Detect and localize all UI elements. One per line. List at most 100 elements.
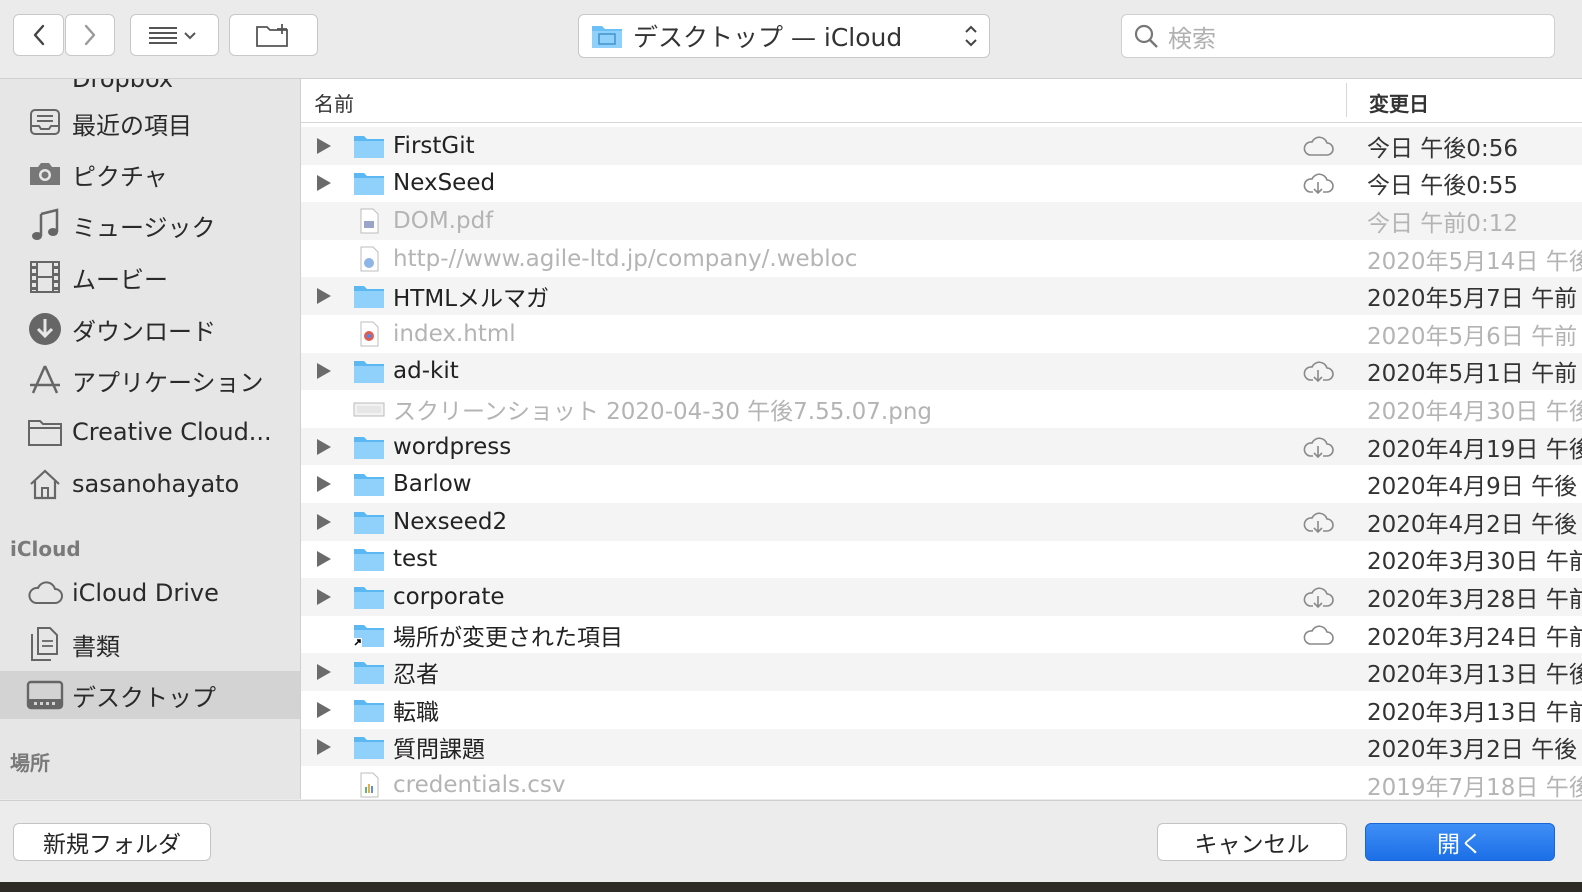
disclosure-triangle-icon[interactable] [317,363,331,380]
cloud-download-icon[interactable] [1301,585,1335,609]
file-list: 名前 変更日 FirstGit 今日 午後0:56 NexSeed 今日 午後0:55… [301,79,1582,799]
sidebar-item-creative-cloud[interactable]: Creative Cloud... [0,408,300,456]
disclosure-triangle-icon[interactable] [317,476,331,493]
sidebar-item-home[interactable]: sasanohayato [0,460,300,508]
sidebar-item-label: ミュージック [72,213,216,242]
view-mode-button[interactable] [130,14,219,56]
file-date: 2020年3月13日 午後 [1367,662,1582,689]
forward-button[interactable] [65,14,115,56]
sidebar-item-partial[interactable] [0,777,300,799]
folder-icon [354,549,384,572]
table-row[interactable]: 転職 2020年3月13日 午前 [301,691,1582,729]
table-row[interactable]: HTMLメルマガ 2020年5月7日 午前 [301,277,1582,315]
disclosure-triangle-icon[interactable] [317,739,331,756]
file-name: index.html [393,320,516,347]
location-label: デスクトップ — iCloud [633,23,903,52]
file-name: HTMLメルマガ [393,286,550,313]
file-date: 2020年3月13日 午前 [1367,699,1582,726]
sidebar-item-documents[interactable]: 書類 [0,620,300,668]
background-strip [0,882,1582,892]
column-name-header[interactable]: 名前 [314,88,354,117]
table-row[interactable]: test 2020年3月30日 午前 [301,541,1582,579]
file-date: 2020年3月30日 午前 [1367,549,1582,576]
sidebar-item-downloads[interactable]: ダウンロード [0,305,300,353]
disclosure-triangle-icon[interactable] [317,175,331,192]
new-folder-toolbar-button[interactable] [229,14,318,56]
table-row[interactable]: スクリーンショット 2020-04-30 午後7.55.07.png 2020年4… [301,390,1582,428]
cloud-download-icon[interactable] [1301,359,1335,383]
location-popup[interactable]: デスクトップ — iCloud [578,14,990,58]
sidebar-item-label: ピクチャ [72,162,168,191]
file-date: 2020年5月1日 午前 [1367,361,1578,388]
folder-icon [354,586,384,609]
disclosure-triangle-icon[interactable] [317,438,331,455]
sidebar-item-music[interactable]: ミュージック [0,201,300,249]
webloc-file-icon [360,246,379,272]
folder-icon [354,173,384,196]
search-field[interactable]: 検索 [1121,14,1555,58]
sidebar-item-icloud-drive[interactable]: iCloud Drive [0,569,300,617]
cloud-icon [26,574,64,612]
open-file-dialog: デスクトップ — iCloud 検索 Dropbox 最近の項目 ピクチャ ミュ… [0,0,1582,882]
disclosure-triangle-icon[interactable] [317,513,331,530]
camera-icon [26,155,64,193]
sidebar-item-applications[interactable]: アプリケーション [0,356,300,404]
table-row[interactable]: 場所が変更された項目 2020年3月24日 午前 [301,616,1582,654]
sidebar-item-movies[interactable]: ムービー [0,253,300,301]
csv-file-icon [360,772,379,798]
sidebar-item-label: Creative Cloud... [72,418,272,446]
file-name: スクリーンショット 2020-04-30 午後7.55.07.png [393,398,933,425]
new-folder-icon [255,24,288,47]
applications-icon [26,361,64,399]
table-row[interactable]: ad-kit 2020年5月1日 午前 [301,352,1582,391]
table-row[interactable]: corporate 2020年3月28日 午前 [301,578,1582,616]
table-row[interactable]: Barlow 2020年4月9日 午後 [301,465,1582,503]
table-row[interactable]: wordpress 2020年4月19日 午後 [301,427,1582,466]
sidebar-item-label: アプリケーション [72,368,264,397]
toolbar: デスクトップ — iCloud 検索 [0,0,1582,79]
table-row[interactable]: 質問課題 2020年3月2日 午後 [301,728,1582,767]
desktop-icon [26,676,64,714]
file-name: 質問課題 [393,737,485,764]
file-date: 2020年5月6日 午前 [1367,323,1578,350]
cloud-download-icon[interactable] [1301,510,1335,534]
film-icon [26,258,64,296]
table-row[interactable]: FirstGit 今日 午後0:56 [301,127,1582,165]
disclosure-triangle-icon[interactable] [317,288,331,305]
alias-folder-icon [353,624,384,647]
sidebar-item-recents[interactable]: 最近の項目 [0,99,300,147]
folder-icon [354,662,384,685]
file-name: 場所が変更された項目 [393,624,623,651]
table-row[interactable]: DOM.pdf 今日 午前0:12 [301,202,1582,240]
cancel-button[interactable]: キャンセル [1157,823,1347,861]
file-name: 転職 [393,699,439,726]
disclosure-triangle-icon[interactable] [317,551,331,568]
table-row[interactable]: credentials.csv 2019年7月18日 午後 [301,766,1582,799]
sidebar-item-label: デスクトップ [72,683,216,712]
file-name: test [393,546,438,573]
table-row[interactable]: Nexseed2 2020年4月2日 午後 [301,503,1582,541]
sidebar-item-desktop[interactable]: デスクトップ [0,671,300,719]
disclosure-triangle-icon[interactable] [317,701,331,718]
table-row[interactable]: index.html 2020年5月6日 午前 [301,315,1582,353]
folder-icon [354,286,384,309]
new-folder-button[interactable]: 新規フォルダ [13,823,211,861]
table-row[interactable]: NexSeed 今日 午後0:55 [301,165,1582,203]
chevron-right-icon [84,24,96,46]
sidebar-item-pictures[interactable]: ピクチャ [0,150,300,198]
folder-icon [354,474,384,497]
cloud-download-icon[interactable] [1301,171,1335,195]
column-header: 名前 変更日 [301,79,1582,123]
cloud-download-icon[interactable] [1301,435,1335,459]
disclosure-triangle-icon[interactable] [317,664,331,681]
png-file-icon [353,402,385,417]
table-row[interactable]: 忍者 2020年3月13日 午後 [301,653,1582,691]
disclosure-triangle-icon[interactable] [317,588,331,605]
column-separator[interactable] [1346,83,1347,117]
column-date-header[interactable]: 変更日 [1369,88,1429,117]
disclosure-triangle-icon[interactable] [317,137,331,154]
back-button[interactable] [13,14,64,56]
table-row[interactable]: http-//www.agile-ltd.jp/company/.webloc 2… [301,240,1582,278]
folder-icon [354,361,384,384]
open-button[interactable]: 開く [1365,823,1555,861]
